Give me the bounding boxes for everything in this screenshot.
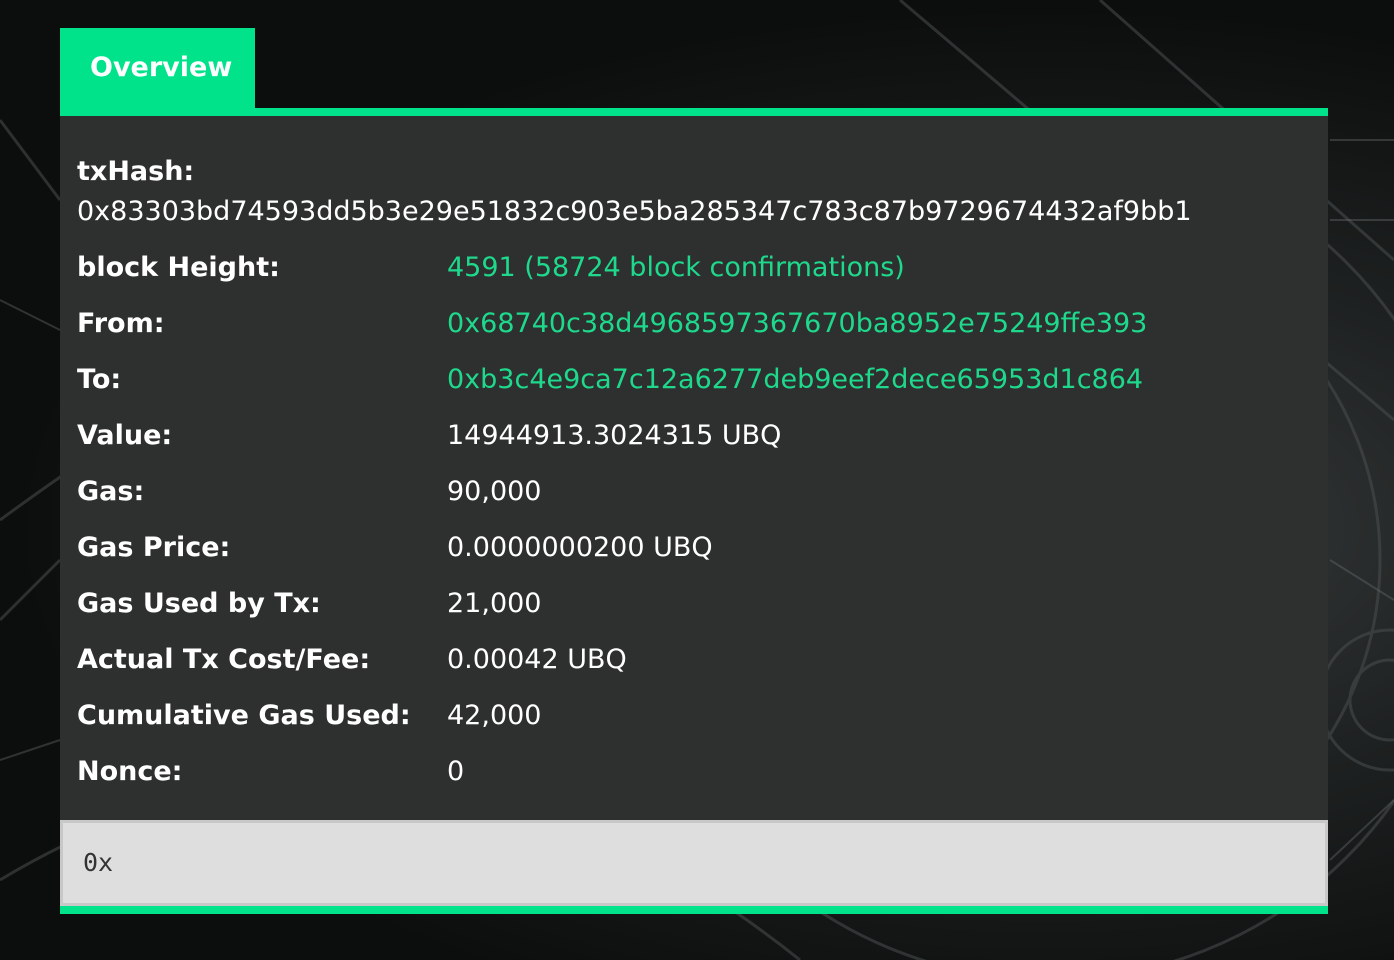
nonce-label: Nonce: — [77, 756, 183, 787]
value-label: Value: — [77, 420, 173, 451]
block-height-link[interactable]: 4591 (58724 block confirmations) — [447, 252, 905, 283]
gas-used-value: 21,000 — [447, 588, 542, 619]
gas-used-label: Gas Used by Tx: — [77, 588, 321, 619]
detail-row-to: To: 0xb3c4e9ca7c12a6277deb9eef2dece65953… — [77, 364, 1307, 404]
detail-row-tx-fee: Actual Tx Cost/Fee: 0.00042 UBQ — [77, 644, 1307, 684]
cumulative-gas-value: 42,000 — [447, 700, 542, 731]
tx-fee-label: Actual Tx Cost/Fee: — [77, 644, 371, 675]
detail-row-gas-price: Gas Price: 0.0000000200 UBQ — [77, 532, 1307, 572]
block-height-label: block Height: — [77, 252, 280, 283]
detail-row-block-height: block Height: 4591 (58724 block confirma… — [77, 252, 1307, 292]
overview-panel: txHash: 0x83303bd74593dd5b3e29e51832c903… — [60, 108, 1328, 914]
detail-row-gas: Gas: 90,000 — [77, 476, 1307, 516]
gas-value: 90,000 — [447, 476, 542, 507]
tx-hash-label: txHash: — [77, 156, 195, 187]
cumulative-gas-label: Cumulative Gas Used: — [77, 700, 411, 731]
nonce-value: 0 — [447, 756, 465, 787]
from-label: From: — [77, 308, 165, 339]
to-address-link[interactable]: 0xb3c4e9ca7c12a6277deb9eef2dece65953d1c8… — [447, 364, 1143, 395]
detail-row-nonce: Nonce: 0 — [77, 756, 1307, 796]
gas-price-value: 0.0000000200 UBQ — [447, 532, 713, 563]
value-amount: 14944913.3024315 UBQ — [447, 420, 782, 451]
gas-price-label: Gas Price: — [77, 532, 231, 563]
to-label: To: — [77, 364, 122, 395]
gas-label: Gas: — [77, 476, 145, 507]
detail-row-from: From: 0x68740c38d4968597367670ba8952e752… — [77, 308, 1307, 348]
detail-row-gas-used: Gas Used by Tx: 21,000 — [77, 588, 1307, 628]
tx-hash-value: 0x83303bd74593dd5b3e29e51832c903e5ba2853… — [77, 196, 1192, 227]
detail-row-value: Value: 14944913.3024315 UBQ — [77, 420, 1307, 460]
tx-fee-value: 0.00042 UBQ — [447, 644, 627, 675]
from-address-link[interactable]: 0x68740c38d4968597367670ba8952e75249ffe3… — [447, 308, 1147, 339]
detail-row-cumulative-gas: Cumulative Gas Used: 42,000 — [77, 700, 1307, 740]
input-data-field[interactable]: 0x — [60, 820, 1328, 906]
tab-overview[interactable]: Overview — [60, 28, 255, 108]
